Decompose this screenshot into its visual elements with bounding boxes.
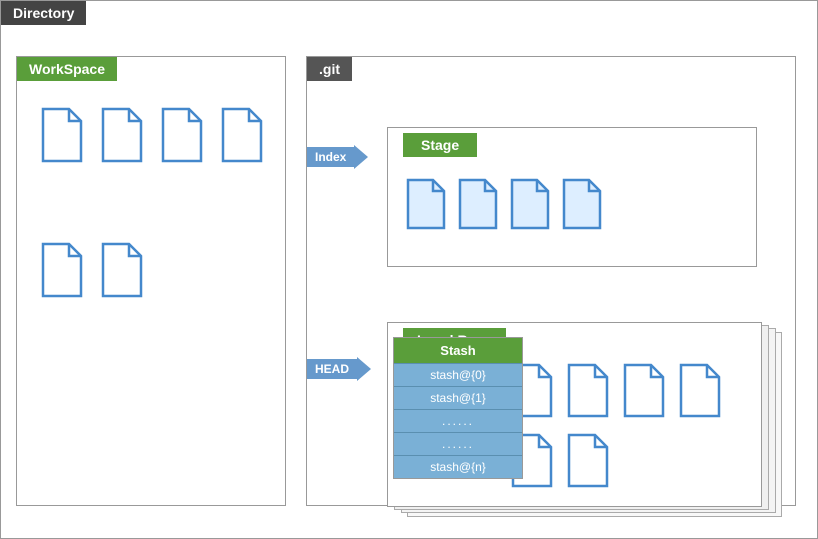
git-label: .git [307,57,352,81]
workspace-file-6 [97,242,147,312]
stage-file-3 [507,178,551,235]
workspace-file-3 [157,107,207,177]
repo-files-row2 [508,433,610,494]
index-label: Index [307,147,354,167]
directory-title: Directory [1,1,86,25]
main-container: Directory WorkSpace [0,0,818,539]
workspace-file-1 [37,107,87,177]
stage-file-2 [455,178,499,235]
workspace-file-5 [37,242,87,312]
stage-file-4 [559,178,603,235]
repo-file-4 [676,363,722,424]
repo-file-6 [564,433,610,494]
git-box: .git Index Stage [306,56,796,506]
workspace-box: WorkSpace [16,56,286,506]
head-label: HEAD [307,359,357,379]
workspace-label: WorkSpace [17,57,117,81]
head-arrow-icon [357,357,371,381]
repo-files-row1 [508,363,722,424]
stash-header: Stash [394,338,522,363]
stage-label: Stage [403,133,477,157]
stash-item-0: stash@{0} [394,363,522,386]
stash-item-3: ...... [394,432,522,455]
stage-box: Stage [387,127,757,267]
index-arrow-icon [354,145,368,169]
repo-file-3 [620,363,666,424]
workspace-file-2 [97,107,147,177]
stash-box: Stash stash@{0} stash@{1} ...... ...... … [393,337,523,479]
workspace-file-4 [217,107,267,177]
index-arrow-container: Index [307,145,368,169]
head-arrow-container: HEAD [307,357,371,381]
stage-file-1 [403,178,447,235]
stash-item-2: ...... [394,409,522,432]
stash-item-1: stash@{1} [394,386,522,409]
repo-file-2 [564,363,610,424]
workspace-files-row1 [37,107,267,257]
workspace-files-row2 [37,242,147,312]
stash-item-n: stash@{n} [394,455,522,478]
stage-files [403,178,603,235]
